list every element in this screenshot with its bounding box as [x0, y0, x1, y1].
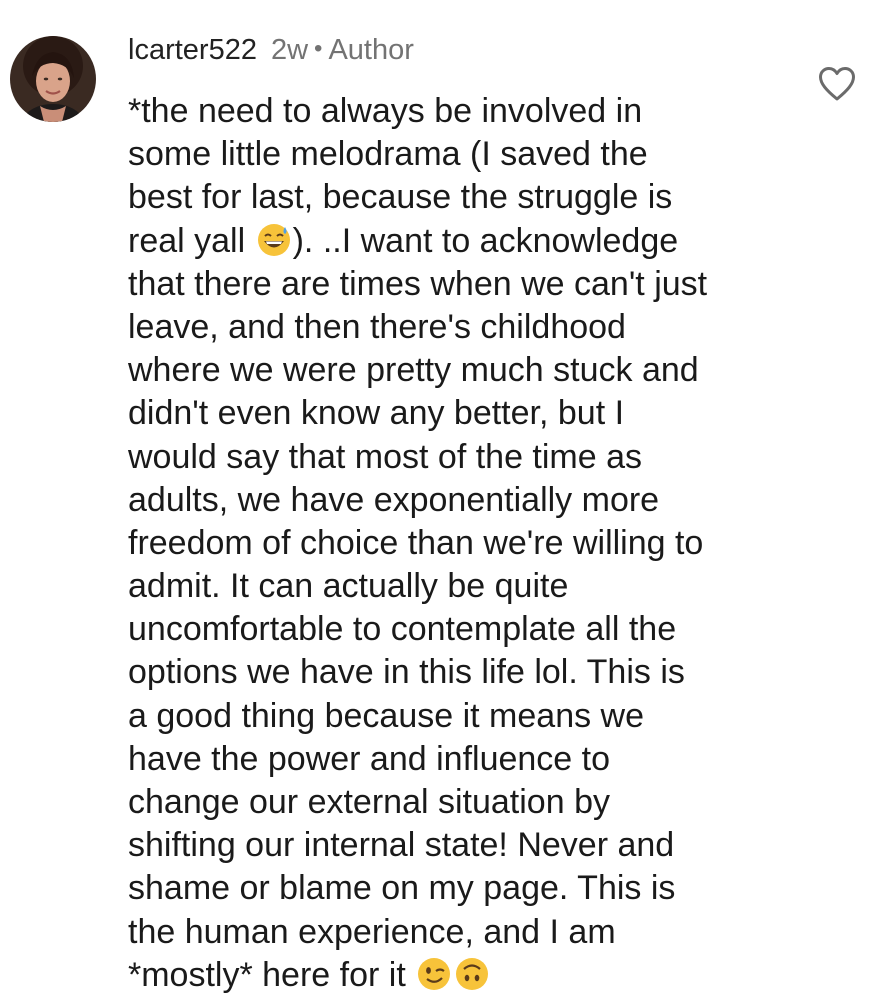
comment-line-text: ). ..I want to acknowledge [292, 221, 679, 260]
comment-line: real yall ). ..I want to acknowledge [128, 220, 808, 263]
comment-line: uncomfortable to contemplate all the [128, 610, 677, 649]
comment-body: *the need to always be involved in some … [128, 90, 808, 997]
comment-line-text: *mostly* here for it [128, 955, 416, 994]
comment-line: the human experience, and I am [128, 912, 616, 951]
like-button[interactable] [818, 66, 856, 102]
comment-meta: lcarter522 2w • Author [128, 28, 414, 74]
winking-face-emoji [417, 957, 451, 991]
comment-line: adults, we have exponentially more [128, 480, 660, 519]
comment-line: change our external situation by [128, 783, 610, 821]
comment-line: options we have in this life lol. This i… [128, 653, 685, 692]
comment-line: leave, and then there's childhood [128, 307, 626, 346]
comment-line: freedom of choice than we're willing to [128, 523, 704, 562]
comment-line: best for last, because the struggle is [128, 178, 673, 217]
comment-line: shame or blame on my page. This is [128, 869, 676, 908]
grinning-sweat-emoji [257, 223, 291, 257]
heart-outline-icon [819, 67, 855, 101]
comment: lcarter522 2w • Author *the need to always … [0, 0, 873, 997]
comment-line: admit. It can actually be quite [128, 567, 569, 606]
comment-line: some little melodrama (I saved the [128, 135, 648, 174]
comment-line: *mostly* here for it [128, 954, 808, 997]
comment-line: shifting our internal state! Never and [128, 826, 675, 865]
comment-line: have the power and influence to [128, 739, 611, 778]
upside-down-face-emoji [455, 957, 489, 991]
comment-line-text: real yall [128, 221, 255, 260]
avatar-image [10, 36, 96, 122]
comment-line: would say that most of the time as [128, 437, 643, 476]
comment-line: didn't even know any better, but I [128, 394, 625, 433]
comment-line: a good thing because it means we [128, 696, 645, 735]
username-link[interactable]: lcarter522 [128, 34, 257, 66]
comment-line: where we were pretty much stuck and [128, 351, 699, 390]
author-badge: Author [328, 34, 414, 66]
separator-dot: • [314, 35, 323, 62]
timestamp[interactable]: 2w [271, 34, 308, 66]
comment-line: that there are times when we can't just [128, 264, 708, 303]
comment-line: *the need to always be involved in [128, 92, 643, 130]
avatar[interactable] [10, 36, 96, 122]
